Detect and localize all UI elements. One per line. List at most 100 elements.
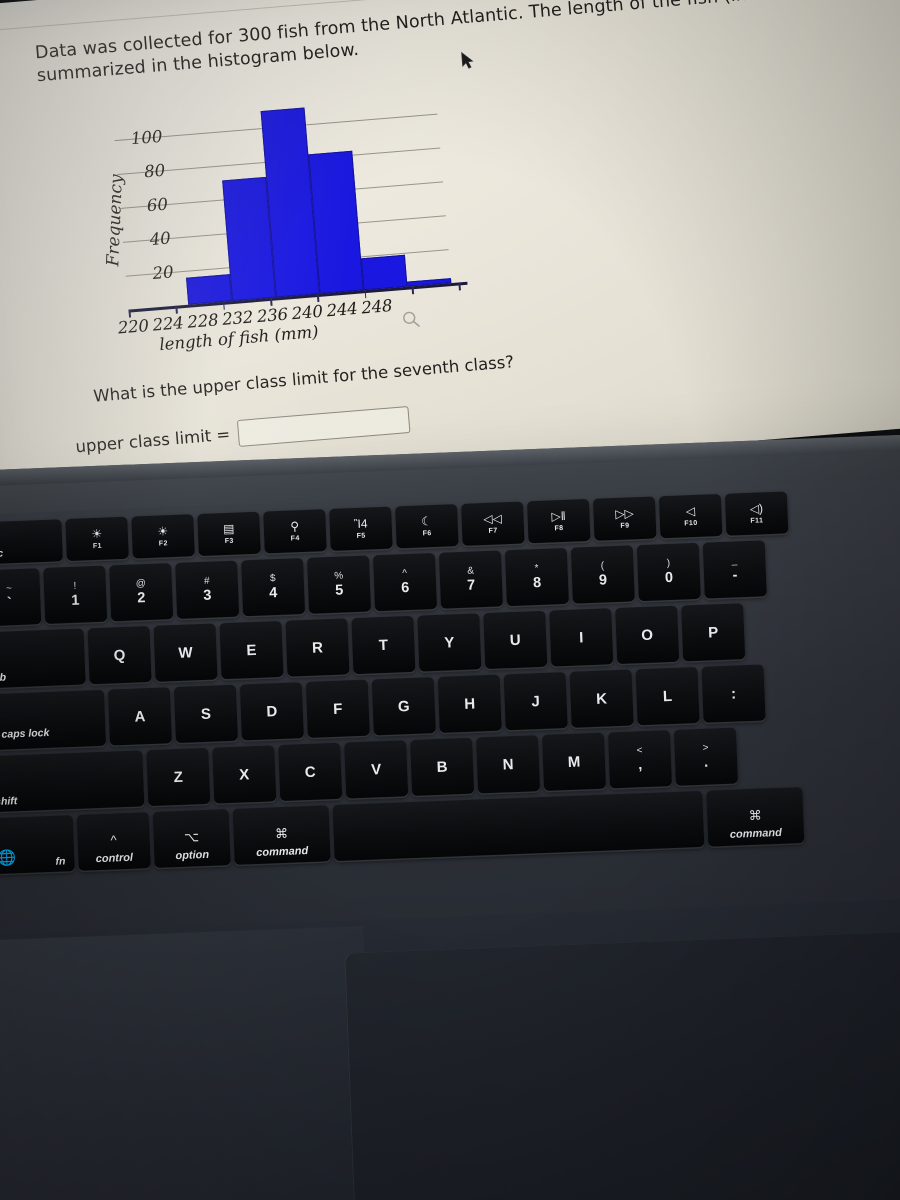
key-x[interactable]: X [212,745,277,804]
key-esc[interactable]: esc [0,519,63,565]
problem-statement: Data was collected for 300 fish from the… [34,0,807,87]
key-seven[interactable]: & 7 [438,550,503,609]
key-l[interactable]: L [635,666,700,726]
key-fn-globe[interactable]: 🌐 fn [0,815,75,875]
key-m[interactable]: M [541,732,607,791]
key-f7-rewind[interactable]: ◁◁ F7 [461,501,525,546]
key-colon-semicolon[interactable]: : [701,664,766,723]
key-r[interactable]: R [285,618,350,677]
key-n[interactable]: N [475,735,541,794]
key-f10-mute[interactable]: ◁ F10 [658,493,723,539]
key-label-h: H [463,695,476,713]
key-space[interactable] [332,790,705,862]
key-f11-volume-down[interactable]: ◁) F11 [724,491,789,536]
key-two[interactable]: @2 [109,563,174,622]
y-tick-label: 20 [151,262,175,284]
key-command-left[interactable]: ⌘ command [232,805,331,865]
key-lower-two: 2 [137,589,146,607]
key-v[interactable]: V [344,740,409,799]
key-lower-comma: , [637,756,643,774]
key-upper-two: @ [135,577,147,590]
key-g[interactable]: G [371,677,436,736]
key-f1-brightness-down[interactable]: ☀ F1 [65,516,129,562]
key-label-k: K [595,689,608,708]
key-f[interactable]: F [305,679,370,738]
key-nine[interactable]: (9 [570,545,635,604]
key-w[interactable]: W [153,623,218,682]
key-label-x: X [238,765,250,784]
key-label-shift: shift [0,794,18,808]
key-h[interactable]: H [437,674,502,733]
key-label-r: R [311,638,324,657]
key-t[interactable]: T [351,615,416,675]
key-one[interactable]: ! 1 [43,565,108,624]
key-f9-fast-forward[interactable]: ▷▷ F9 [592,496,657,541]
key-a[interactable]: A [107,687,172,746]
key-q[interactable]: Q [87,625,152,685]
key-label-o: O [641,626,654,644]
key-lower-backtick: ` [6,594,13,612]
key-p[interactable]: P [681,603,746,662]
key-command-right[interactable]: ⌘ command [706,787,805,847]
key-label-f8: F8 [554,524,564,533]
trackpad[interactable] [344,929,900,1200]
key-period[interactable]: >. [673,727,738,786]
key-four[interactable]: $4 [241,558,306,617]
key-upper-comma: < [636,744,643,757]
plot-area [114,88,452,309]
key-label-u: U [509,631,522,649]
key-f2-brightness-up[interactable]: ☀ F2 [131,514,195,559]
key-control[interactable]: ^ control [76,812,151,871]
key-o[interactable]: O [615,605,680,665]
key-upper-zero: ) [666,557,671,569]
key-caps-lock[interactable]: caps lock [0,689,107,751]
key-f5-dictation[interactable]: Ἲ4 F5 [329,506,393,551]
key-label-f1: F1 [92,542,102,551]
key-option-left[interactable]: ⌥ option [152,809,231,868]
key-u[interactable]: U [483,610,548,670]
y-axis-label: Frequency [103,174,127,267]
key-c[interactable]: C [278,742,343,802]
upper-class-limit-input[interactable] [237,406,411,448]
key-b[interactable]: B [410,737,475,796]
key-d[interactable]: D [239,682,304,741]
key-e[interactable]: E [219,620,284,680]
key-label-p: P [707,623,719,642]
key-upper-eight: * [534,562,539,574]
key-label-colon: : [730,684,737,703]
key-label-l: L [662,687,673,705]
key-f4-spotlight-search[interactable]: ⚲ F4 [263,509,327,554]
key-k[interactable]: K [569,669,634,728]
key-f6-do-not-disturb[interactable]: ☾ F6 [395,504,459,549]
key-minus[interactable]: _ - [702,540,767,599]
key-five[interactable]: % 5 [306,555,372,614]
histogram-bars [128,88,452,309]
mouse-cursor-icon [461,51,474,69]
key-f8-play-pause[interactable]: ▷‖ F8 [526,498,591,544]
key-y[interactable]: Y [417,613,482,672]
key-label-f11: F11 [750,517,764,525]
key-backtick[interactable]: ~ ` [0,568,42,627]
key-j[interactable]: J [503,672,568,731]
key-three[interactable]: #3 [175,560,240,619]
key-label-z: Z [173,768,184,786]
key-comma[interactable]: <, [607,730,673,789]
key-s[interactable]: S [173,684,238,744]
key-six[interactable]: ^ 6 [372,552,438,612]
key-label-tab: tab [0,670,7,684]
x-tick-label: 248 [360,296,394,318]
key-f3-mission-control[interactable]: ▤ F3 [197,511,261,557]
do-not-disturb-icon: ☾ [421,514,433,529]
answer-label: upper class limit = [74,424,231,457]
key-eight[interactable]: * 8 [504,547,569,607]
key-zero[interactable]: ) 0 [636,542,701,602]
x-tick-label: 232 [221,307,254,330]
key-z[interactable]: Z [146,747,211,807]
key-upper-one: ! [73,580,77,592]
key-tab[interactable]: tab [0,628,86,689]
photo-scene: Data was collected for 300 fish from the… [0,0,900,1200]
key-label-g: G [397,697,410,715]
key-i[interactable]: I [549,608,614,667]
y-tick-label: 60 [146,194,169,216]
key-shift-left[interactable]: shift [0,750,145,813]
